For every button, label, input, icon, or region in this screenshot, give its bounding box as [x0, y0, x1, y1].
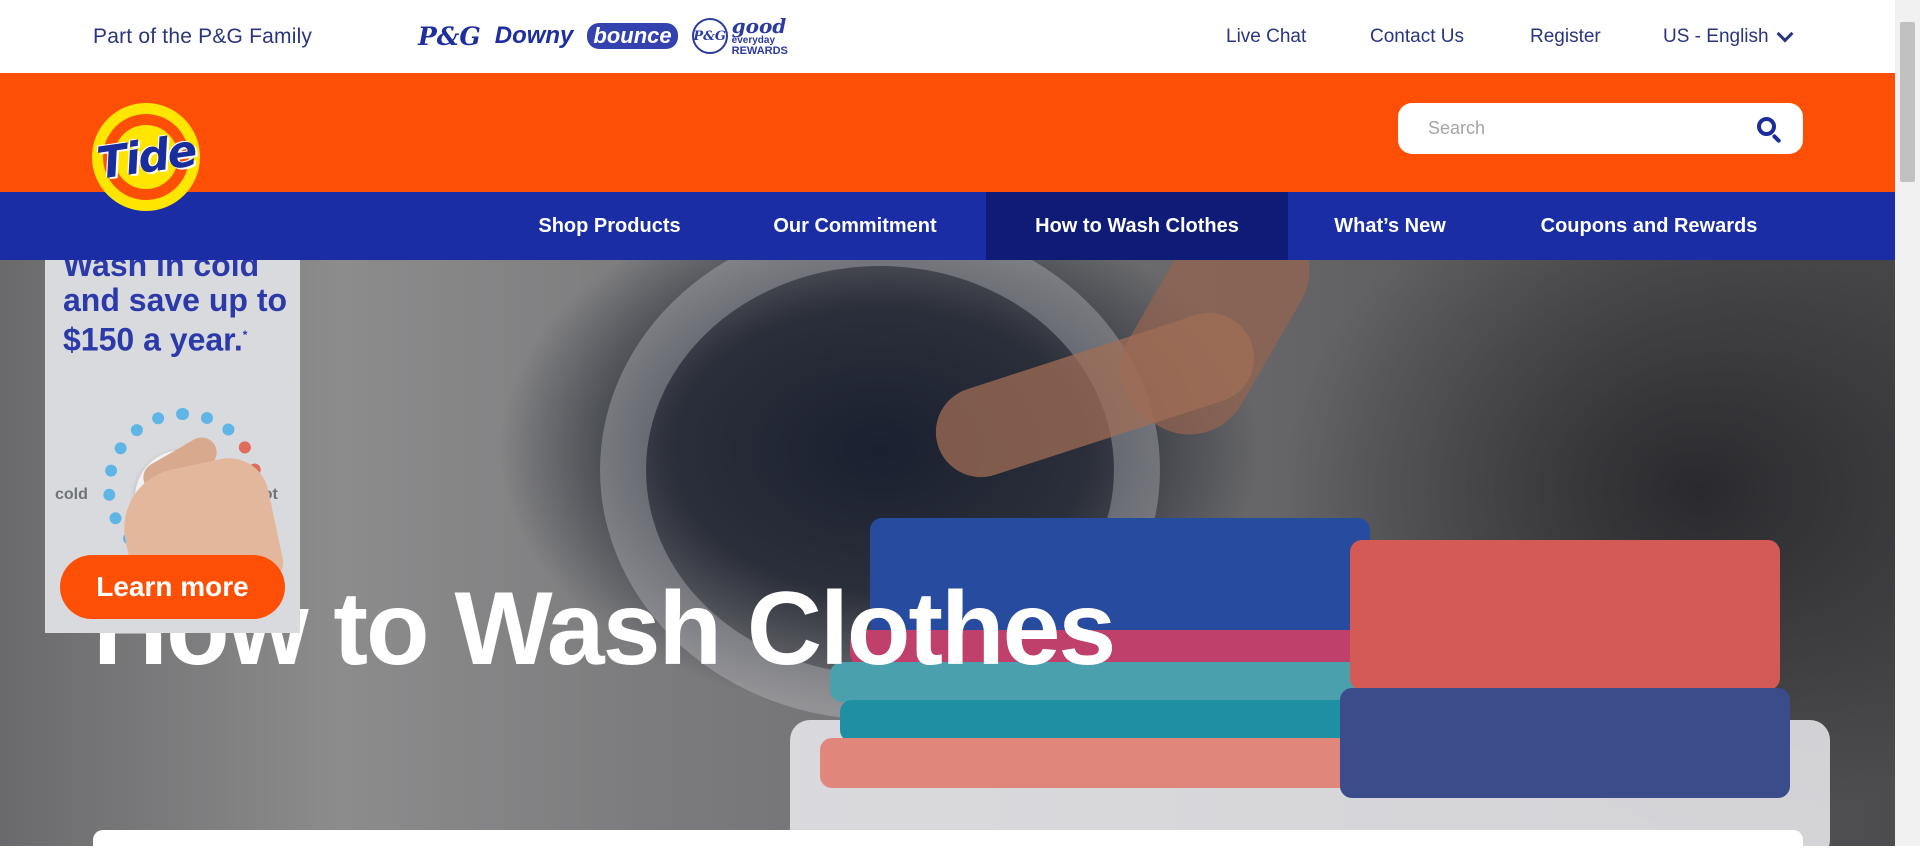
pg-family-text: Part of the P&G Family — [93, 25, 313, 48]
language-selector[interactable]: US - English — [1663, 25, 1794, 48]
register-link[interactable]: Register — [1530, 26, 1601, 48]
nav-shop-products[interactable]: Shop Products — [508, 192, 711, 260]
chevron-down-icon — [1776, 25, 1794, 43]
tide-logo[interactable]: Tide — [92, 103, 200, 211]
live-chat-link[interactable]: Live Chat — [1226, 26, 1306, 48]
pg-circle-mark: P&G — [691, 18, 728, 54]
gev-everyday-text: everyday — [731, 34, 776, 46]
language-label: US - English — [1663, 26, 1769, 47]
pg-good-everyday-logo[interactable]: P&G good everyday REWARDS — [691, 16, 788, 57]
nav-our-commitment[interactable]: Our Commitment — [730, 192, 980, 260]
gev-rewards-text: REWARDS — [731, 44, 788, 57]
ad-headline: Wash in cold and save up to $150 a year.… — [63, 260, 293, 358]
nav-whats-new[interactable]: What’s New — [1290, 192, 1490, 260]
folded-clothes-image — [1340, 688, 1790, 798]
folded-clothes-image — [840, 700, 1360, 742]
nav-how-to-wash-clothes[interactable]: How to Wash Clothes — [986, 192, 1288, 260]
page-scrollbar[interactable] — [1895, 0, 1920, 846]
gev-good-text: good — [731, 13, 787, 38]
folded-clothes-image — [1350, 540, 1780, 690]
scrollbar-thumb[interactable] — [1900, 22, 1915, 182]
ad-cold-label: cold — [55, 486, 88, 503]
brand-logos: P&G Downy bounce P&G good everyday REWAR… — [418, 14, 788, 58]
nav-coupons-and-rewards[interactable]: Coupons and Rewards — [1500, 192, 1798, 260]
search-box — [1398, 103, 1803, 154]
contact-us-link[interactable]: Contact Us — [1370, 26, 1464, 48]
header-bar — [0, 73, 1895, 192]
ad-headline-mark: * — [242, 328, 248, 342]
search-icon[interactable] — [1755, 115, 1783, 143]
gev-wordmark: good everyday REWARDS — [732, 16, 788, 57]
learn-more-button[interactable]: Learn more — [60, 555, 285, 619]
search-input[interactable] — [1428, 118, 1755, 139]
pg-logo[interactable]: P&G — [418, 22, 481, 51]
utility-bar: Part of the P&G Family P&G Downy bounce … — [0, 0, 1895, 73]
downy-logo[interactable]: Downy — [495, 22, 574, 50]
cold-wash-ad[interactable]: Wash in cold and save up to $150 a year.… — [45, 260, 300, 633]
folded-clothes-image — [820, 738, 1360, 788]
ad-headline-text: Wash in cold and save up to $150 a year. — [63, 260, 288, 358]
main-nav: Shop Products Our Commitment How to Wash… — [0, 192, 1895, 260]
bounce-logo[interactable]: bounce — [587, 23, 678, 49]
content-card — [93, 830, 1803, 860]
